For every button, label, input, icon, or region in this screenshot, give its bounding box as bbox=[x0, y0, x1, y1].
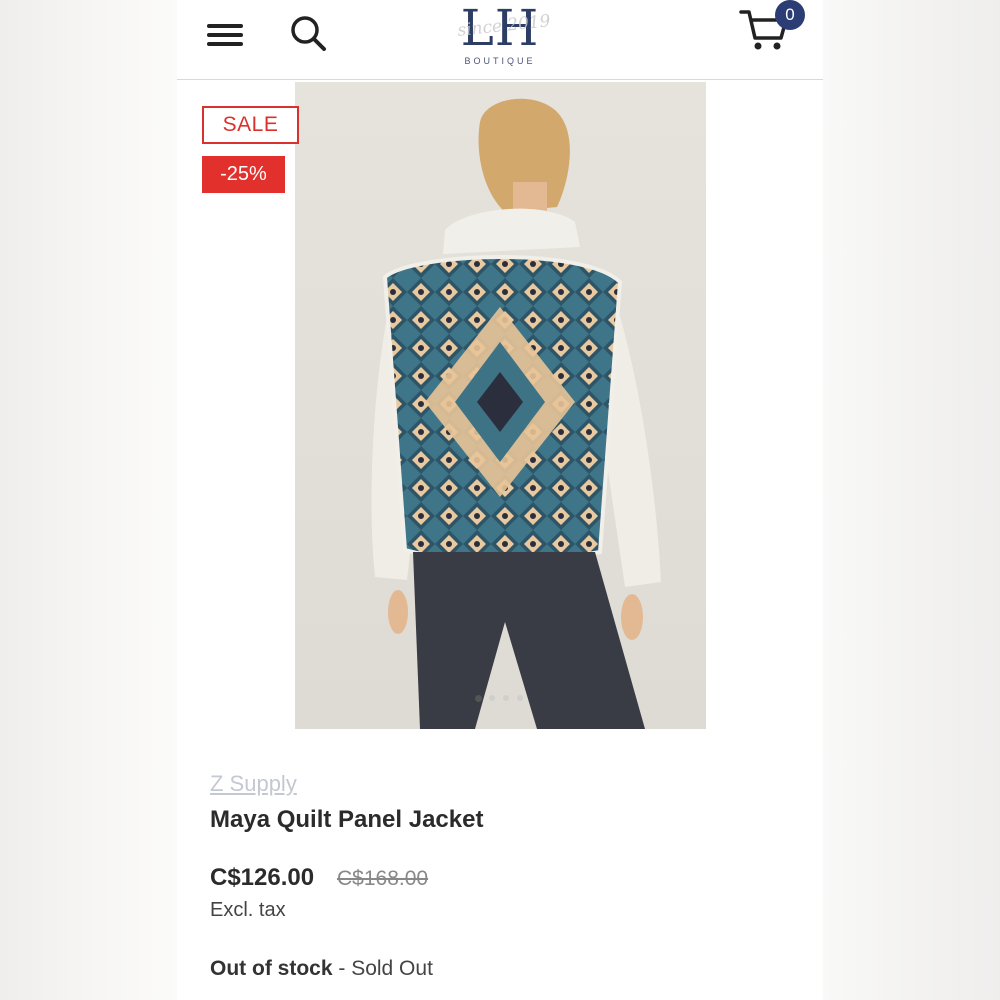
gallery-dot-1[interactable] bbox=[475, 695, 482, 702]
logo-subtitle: BOUTIQUE bbox=[464, 56, 536, 66]
store-logo[interactable]: LH since 2019 BOUTIQUE bbox=[435, 2, 565, 70]
product-page: LH since 2019 BOUTIQUE 0 SALE -25% Z Sup… bbox=[177, 0, 823, 1000]
stock-status-label: Out of stock bbox=[210, 957, 333, 980]
search-icon[interactable] bbox=[289, 12, 329, 52]
vendor-link[interactable]: Z Supply bbox=[210, 771, 297, 797]
stock-status: Out of stock - Sold Out bbox=[210, 957, 433, 981]
gallery-dot-4[interactable] bbox=[517, 695, 523, 701]
site-header: LH since 2019 BOUTIQUE 0 bbox=[177, 0, 823, 80]
hamburger-menu-icon[interactable] bbox=[205, 20, 247, 50]
stock-separator: - bbox=[332, 957, 352, 980]
discount-badge: -25% bbox=[202, 156, 285, 193]
compare-at-price: C$168.00 bbox=[337, 867, 429, 890]
cart-count-badge: 0 bbox=[775, 0, 805, 30]
gallery-dot-2[interactable] bbox=[489, 695, 495, 701]
cart-button[interactable]: 0 bbox=[739, 0, 811, 60]
sale-badge: SALE bbox=[202, 106, 299, 144]
product-title: Maya Quilt Panel Jacket bbox=[210, 806, 484, 833]
gallery-pagination bbox=[475, 695, 535, 703]
sale-price: C$126.00 bbox=[210, 864, 315, 891]
product-image[interactable] bbox=[295, 82, 706, 729]
gallery-dot-3[interactable] bbox=[503, 695, 509, 701]
tax-note: Excl. tax bbox=[210, 899, 286, 921]
stock-status-detail: Sold Out bbox=[351, 957, 433, 980]
